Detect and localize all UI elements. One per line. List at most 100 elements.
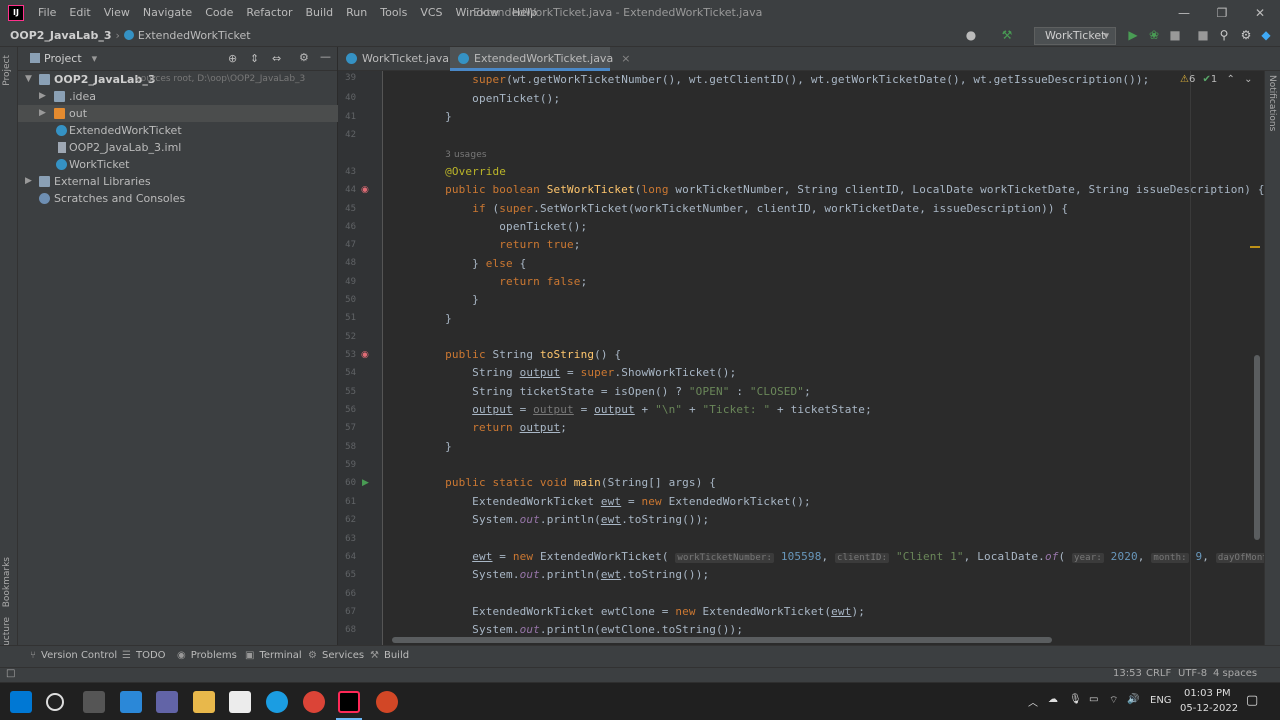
tool-version-control[interactable]: ⑂ Version Control bbox=[30, 650, 117, 661]
intellij-logo-icon[interactable]: IJ bbox=[8, 4, 24, 21]
tool-problems[interactable]: ◉ Problems bbox=[177, 650, 237, 661]
override-method-icon[interactable]: ◉ bbox=[361, 350, 369, 360]
override-method-icon[interactable]: ◉ bbox=[361, 185, 369, 195]
caret-position[interactable]: 13:53 bbox=[1113, 668, 1142, 679]
tab-workticket[interactable]: WorkTicket.java bbox=[338, 47, 449, 71]
search-icon[interactable]: ⚲ bbox=[1217, 28, 1231, 42]
locate-file-icon[interactable]: ⊕ bbox=[228, 52, 237, 65]
edge-icon[interactable] bbox=[266, 691, 288, 713]
onedrive-cloud-icon[interactable]: ☁ bbox=[1048, 694, 1058, 705]
menu-code[interactable]: Code bbox=[205, 6, 233, 19]
indent-setting[interactable]: 4 spaces bbox=[1213, 668, 1257, 679]
project-tool-tab[interactable]: Project bbox=[2, 55, 12, 86]
powerpoint-icon[interactable] bbox=[376, 691, 398, 713]
menu-refactor[interactable]: Refactor bbox=[246, 6, 292, 19]
menu-tools[interactable]: Tools bbox=[380, 6, 407, 19]
menu-view[interactable]: View bbox=[104, 6, 130, 19]
usages-hint[interactable]: 3 usages bbox=[445, 150, 487, 160]
inspection-widget[interactable]: ⚠6 ✔1 ⌃ ⌄ bbox=[1180, 74, 1252, 85]
code-line: String ticketState = isOpen() ? "OPEN" :… bbox=[418, 385, 811, 398]
next-highlight-icon[interactable]: ⌄ bbox=[1244, 74, 1252, 85]
coverage-icon[interactable]: ■ bbox=[1168, 28, 1182, 42]
line-number: 52 bbox=[345, 332, 356, 342]
windows-start-icon[interactable] bbox=[10, 691, 32, 713]
status-square-icon[interactable]: □ bbox=[6, 668, 15, 679]
tool-build[interactable]: ⚒ Build bbox=[370, 650, 409, 661]
run-main-icon[interactable]: ▶ bbox=[362, 478, 369, 488]
menu-run[interactable]: Run bbox=[346, 6, 367, 19]
build-hammer-icon[interactable]: ⚒ bbox=[1000, 28, 1014, 42]
line-separator[interactable]: CRLF bbox=[1146, 668, 1171, 679]
menu-navigate[interactable]: Navigate bbox=[143, 6, 192, 19]
breadcrumb-project[interactable]: OOP2_JavaLab_3 bbox=[10, 29, 112, 42]
clock-time[interactable]: 01:03 PM bbox=[1184, 688, 1231, 699]
scratches-icon bbox=[39, 193, 50, 204]
excluded-folder-icon bbox=[54, 108, 65, 119]
intellij-taskbar-icon[interactable] bbox=[338, 691, 360, 713]
tree-item-extendedworkticket[interactable]: ExtendedWorkTicket bbox=[18, 122, 338, 139]
tree-item-workticket[interactable]: WorkTicket bbox=[18, 156, 338, 173]
user-icon[interactable]: ● bbox=[964, 28, 978, 42]
tree-item-scratches[interactable]: Scratches and Consoles bbox=[18, 190, 338, 207]
file-encoding[interactable]: UTF-8 bbox=[1178, 668, 1207, 679]
maximize-button[interactable]: ❐ bbox=[1203, 0, 1241, 25]
tool-terminal[interactable]: ▣ Terminal bbox=[245, 650, 302, 661]
line-number: 66 bbox=[345, 589, 356, 599]
run-icon[interactable]: ▶ bbox=[1126, 28, 1140, 42]
close-window-button[interactable]: ✕ bbox=[1241, 0, 1279, 25]
options-gear-icon[interactable]: ⚙ bbox=[299, 51, 309, 64]
teams-icon[interactable] bbox=[156, 691, 178, 713]
wifi-icon[interactable]: ⌔ bbox=[1109, 694, 1118, 707]
line-number: 65 bbox=[345, 570, 356, 580]
menu-edit[interactable]: Edit bbox=[69, 6, 90, 19]
breadcrumb-file[interactable]: ExtendedWorkTicket bbox=[123, 29, 251, 42]
chevron-down-icon[interactable]: ▾ bbox=[92, 52, 98, 65]
tab-extendedworkticket[interactable]: ExtendedWorkTicket.java × bbox=[450, 47, 630, 71]
notifications-tool-tab[interactable]: Notifications bbox=[1267, 75, 1277, 131]
run-configuration-select[interactable]: WorkTicket ▾ bbox=[1034, 27, 1116, 45]
tree-item-idea[interactable]: ▶ .idea bbox=[18, 88, 338, 105]
line-number: 43 bbox=[345, 167, 356, 177]
tool-todo[interactable]: ☰ TODO bbox=[122, 650, 166, 661]
notification-center-icon[interactable]: ▢ bbox=[1246, 693, 1258, 708]
code-with-me-icon[interactable]: ◆ bbox=[1259, 28, 1273, 42]
stop-icon[interactable]: ■ bbox=[1196, 28, 1210, 42]
project-view-selector[interactable]: Project bbox=[44, 52, 82, 65]
debug-icon[interactable]: ❀ bbox=[1147, 28, 1161, 42]
language-indicator[interactable]: ENG bbox=[1150, 695, 1172, 706]
widgets-icon[interactable] bbox=[120, 691, 142, 713]
search-icon[interactable] bbox=[46, 693, 64, 711]
show-hidden-icons-icon[interactable]: ︿ bbox=[1028, 694, 1038, 709]
horizontal-scrollbar[interactable] bbox=[392, 637, 1052, 643]
hide-panel-icon[interactable]: — bbox=[320, 50, 331, 63]
previous-highlight-icon[interactable]: ⌃ bbox=[1226, 74, 1234, 85]
tree-item-out[interactable]: ▶ out bbox=[18, 105, 338, 122]
warning-icon: ⚠ bbox=[1180, 74, 1189, 85]
menu-file[interactable]: File bbox=[38, 6, 56, 19]
expand-all-icon[interactable]: ⇕ bbox=[250, 52, 259, 65]
warning-stripe-marker[interactable] bbox=[1250, 246, 1260, 248]
chrome-icon[interactable] bbox=[303, 691, 325, 713]
collapse-all-icon[interactable]: ⇔ bbox=[272, 52, 281, 65]
minimize-button[interactable]: — bbox=[1165, 0, 1203, 25]
settings-gear-icon[interactable]: ⚙ bbox=[1239, 28, 1253, 42]
tree-item-external-libraries[interactable]: ▶ External Libraries bbox=[18, 173, 338, 190]
battery-icon[interactable]: ▭ bbox=[1089, 694, 1098, 705]
close-tab-icon[interactable]: × bbox=[621, 52, 630, 65]
tree-item-root[interactable]: ▼ OOP2_JavaLab_3 sources root, D:\oop\OO… bbox=[18, 71, 338, 88]
task-view-icon[interactable] bbox=[83, 691, 105, 713]
tree-item-iml[interactable]: OOP2_JavaLab_3.iml bbox=[18, 139, 338, 156]
microphone-icon[interactable]: 🎙 bbox=[1069, 694, 1082, 705]
clock-date[interactable]: 05-12-2022 bbox=[1180, 703, 1238, 714]
right-tool-strip: Notifications bbox=[1264, 71, 1280, 645]
volume-icon[interactable]: 🔊 bbox=[1127, 694, 1139, 705]
store-icon[interactable] bbox=[229, 691, 251, 713]
bookmarks-tool-tab[interactable]: Bookmarks bbox=[2, 557, 12, 607]
menu-build[interactable]: Build bbox=[306, 6, 334, 19]
code-line: } bbox=[418, 312, 452, 325]
tool-services[interactable]: ⚙ Services bbox=[308, 650, 364, 661]
menu-vcs[interactable]: VCS bbox=[420, 6, 442, 19]
file-explorer-icon[interactable] bbox=[193, 691, 215, 713]
code-editor[interactable]: super(wt.getWorkTicketNumber(), wt.getCl… bbox=[384, 71, 1264, 645]
vertical-scrollbar[interactable] bbox=[1254, 355, 1260, 540]
